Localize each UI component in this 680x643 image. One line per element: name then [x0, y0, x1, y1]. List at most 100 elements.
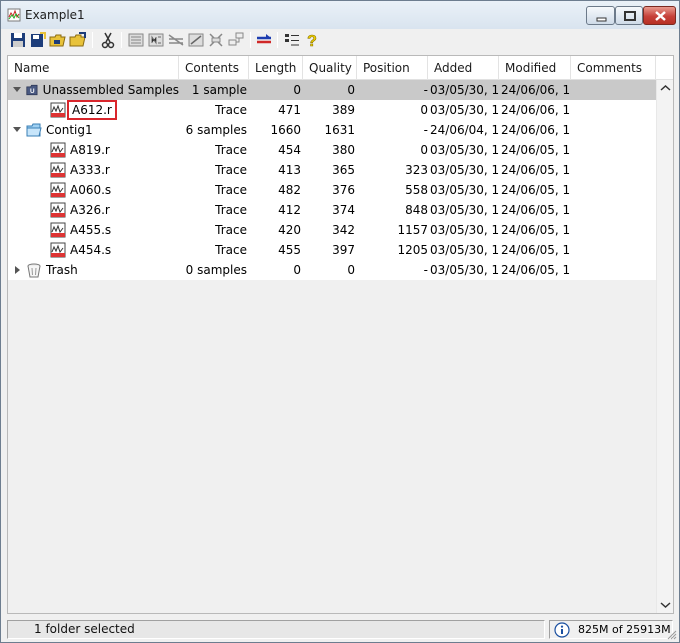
memory-panel: 825M of 25913M — [549, 620, 673, 639]
row-modified: 24/06/06, 1... — [501, 123, 571, 137]
row-length: 455 — [278, 243, 301, 257]
table-row[interactable]: A060.s Trace 482 376 558 03/05/30, 1... … — [8, 180, 656, 200]
table-row[interactable]: Contig1 6 samples 1660 1631 - 24/06/04, … — [8, 120, 656, 140]
scroll-down-icon[interactable] — [657, 596, 674, 613]
column-header-contents[interactable]: Contents — [179, 56, 249, 80]
trace-file-icon — [50, 142, 66, 158]
row-name: A060.s — [70, 183, 112, 197]
app-icon — [7, 8, 21, 22]
unassembled-folder-icon: U — [26, 84, 38, 95]
trace-file-icon — [50, 222, 66, 238]
row-quality: 376 — [332, 183, 355, 197]
column-header-name[interactable]: Name — [8, 56, 179, 80]
compare-icon[interactable] — [255, 31, 273, 49]
row-position: 0 — [420, 103, 428, 117]
help-icon[interactable]: ? — [303, 31, 321, 49]
table-row[interactable]: A326.r Trace 412 374 848 03/05/30, 1... … — [8, 200, 656, 220]
row-name: A454.s — [70, 243, 112, 257]
row-added: 03/05/30, 1... — [430, 143, 500, 157]
assemble-icon[interactable] — [127, 31, 145, 49]
column-header-position[interactable]: Position — [357, 56, 428, 80]
row-quality: 380 — [332, 143, 355, 157]
row-added: 03/05/30, 1... — [430, 103, 500, 117]
cut-icon[interactable] — [99, 31, 117, 49]
row-name: Trash — [46, 263, 78, 277]
tree-icon[interactable] — [227, 31, 245, 49]
resize-grip-icon[interactable] — [667, 630, 677, 640]
row-quality: 374 — [332, 203, 355, 217]
row-name: Contig1 — [46, 123, 93, 137]
window-title: Example1 — [25, 8, 85, 22]
collapse-arrow-icon[interactable] — [12, 120, 22, 140]
row-position: 1157 — [397, 223, 428, 237]
table-row[interactable]: A819.r Trace 454 380 0 03/05/30, 1... 24… — [8, 140, 656, 160]
row-modified: 24/06/06, 1... — [501, 103, 571, 117]
row-comments — [577, 200, 655, 220]
list-empty-area[interactable] — [8, 280, 656, 613]
maximize-button[interactable] — [615, 6, 643, 25]
info-icon[interactable] — [554, 622, 570, 638]
column-header-quality[interactable]: Quality — [303, 56, 357, 80]
tree-rows: U Unassembled Samples 1 sample 0 0 - 03/… — [8, 80, 656, 280]
save-as-icon[interactable] — [29, 31, 47, 49]
table-row[interactable]: A612.r Trace 471 389 0 03/05/30, 1... 24… — [8, 100, 656, 120]
align-icon[interactable] — [167, 31, 185, 49]
table-row[interactable]: A454.s Trace 455 397 1205 03/05/30, 1...… — [8, 240, 656, 260]
column-header: Name Contents Length Quality Position Ad… — [8, 56, 673, 80]
row-length: 420 — [278, 223, 301, 237]
expand-arrow-icon[interactable] — [12, 260, 22, 280]
vertical-scrollbar[interactable] — [656, 80, 673, 613]
row-contents: Trace — [215, 183, 247, 197]
contig-icon[interactable] — [147, 31, 165, 49]
column-header-modified[interactable]: Modified — [499, 56, 571, 80]
row-modified: 24/06/05, 1... — [501, 203, 571, 217]
save-icon[interactable] — [9, 31, 27, 49]
row-position: 0 — [420, 143, 428, 157]
scroll-up-icon[interactable] — [657, 80, 674, 97]
row-length: 412 — [278, 203, 301, 217]
trim-icon[interactable] — [187, 31, 205, 49]
row-comments — [577, 180, 655, 200]
table-row[interactable]: A333.r Trace 413 365 323 03/05/30, 1... … — [8, 160, 656, 180]
row-modified: 24/06/05, 1... — [501, 243, 571, 257]
row-quality: 397 — [332, 243, 355, 257]
toolbar-separator — [277, 32, 278, 48]
row-quality: 365 — [332, 163, 355, 177]
row-contents: Trace — [215, 243, 247, 257]
row-added: 03/05/30, 1... — [430, 263, 500, 277]
table-row[interactable]: A455.s Trace 420 342 1157 03/05/30, 1...… — [8, 220, 656, 240]
row-added: 03/05/30, 1... — [430, 163, 500, 177]
row-contents: Trace — [215, 143, 247, 157]
row-contents: Trace — [215, 223, 247, 237]
trace-file-icon — [50, 102, 66, 118]
properties-icon[interactable] — [283, 31, 301, 49]
table-row[interactable]: U Unassembled Samples 1 sample 0 0 - 03/… — [8, 80, 656, 100]
row-length: 413 — [278, 163, 301, 177]
collapse-arrow-icon[interactable] — [12, 80, 22, 100]
disassemble-icon[interactable] — [207, 31, 225, 49]
row-quality: 342 — [332, 223, 355, 237]
minimize-button[interactable] — [586, 6, 615, 25]
column-header-added[interactable]: Added — [428, 56, 499, 80]
row-added: 03/05/30, 1... — [430, 203, 500, 217]
row-name: A326.r — [70, 203, 110, 217]
trace-file-icon — [50, 162, 66, 178]
row-comments — [577, 220, 655, 240]
row-position: - — [423, 83, 428, 97]
row-quality: 389 — [332, 103, 355, 117]
import-folder-icon[interactable] — [69, 31, 87, 49]
column-header-length[interactable]: Length — [249, 56, 303, 80]
row-contents: Trace — [215, 203, 247, 217]
close-button[interactable] — [643, 6, 676, 25]
memory-usage: 825M of 25913M — [578, 623, 671, 636]
row-position: 848 — [405, 203, 428, 217]
row-length: 0 — [293, 83, 301, 97]
row-quality: 0 — [347, 83, 355, 97]
open-folder-icon[interactable] — [49, 31, 67, 49]
title-bar[interactable]: Example1 — [1, 1, 679, 29]
row-length: 454 — [278, 143, 301, 157]
column-header-comments[interactable]: Comments — [571, 56, 656, 80]
row-comments — [577, 120, 655, 140]
table-row[interactable]: Trash 0 samples 0 0 - 03/05/30, 1... 24/… — [8, 260, 656, 280]
row-position: - — [423, 263, 428, 277]
